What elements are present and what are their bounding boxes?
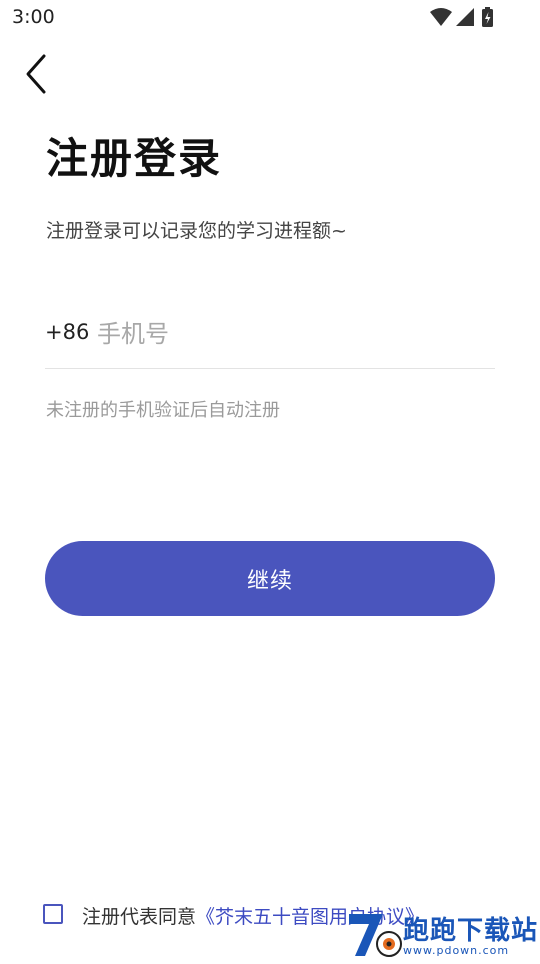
- back-button[interactable]: [18, 50, 62, 98]
- watermark-logo-icon: [349, 914, 402, 957]
- cell-signal-icon: [456, 8, 474, 26]
- phone-input-row: +86: [45, 308, 495, 369]
- phone-number-input[interactable]: [97, 314, 487, 354]
- auto-register-hint: 未注册的手机验证后自动注册: [46, 400, 280, 421]
- status-icons: [430, 7, 493, 27]
- wifi-icon: [430, 8, 452, 26]
- page-title: 注册登录: [46, 134, 223, 183]
- battery-charging-icon: [482, 7, 493, 27]
- country-code[interactable]: +86: [45, 320, 89, 344]
- agreement-prefix: 注册代表同意: [82, 906, 197, 928]
- status-time: 3:00: [12, 6, 55, 28]
- watermark-title: 跑跑下载站: [403, 916, 539, 946]
- chevron-left-icon: [26, 54, 46, 94]
- status-bar: 3:00: [0, 0, 540, 36]
- watermark-url: www.pdown.com: [403, 944, 510, 957]
- continue-button[interactable]: 继续: [45, 541, 495, 616]
- agreement-checkbox[interactable]: [43, 904, 63, 924]
- page-subtitle: 注册登录可以记录您的学习进程额~: [46, 220, 347, 242]
- site-watermark: 跑跑下载站 www.pdown.com: [343, 906, 540, 960]
